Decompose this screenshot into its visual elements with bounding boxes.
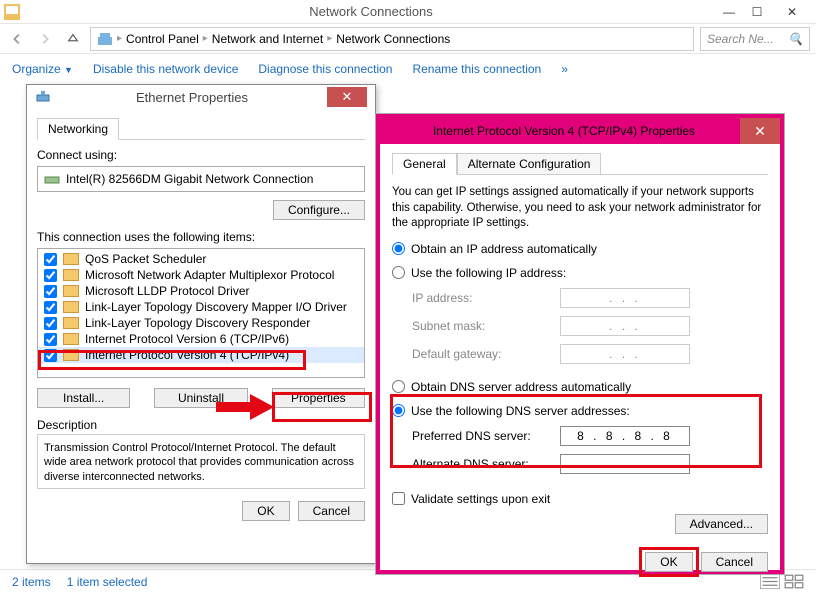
list-item: Link-Layer Topology Discovery Responder (38, 315, 364, 331)
item-checkbox[interactable] (44, 349, 57, 362)
adapter-box[interactable]: Intel(R) 82566DM Gigabit Network Connect… (37, 166, 365, 192)
nav-back-button[interactable] (6, 28, 28, 50)
protocol-icon (63, 253, 79, 265)
description-label: Description (37, 418, 365, 432)
breadcrumb-item[interactable]: Control Panel (126, 32, 199, 46)
dialog-title: Internet Protocol Version 4 (TCP/IPv4) P… (388, 124, 740, 138)
toolbar-rename[interactable]: Rename this connection (412, 62, 541, 76)
ok-button[interactable]: OK (242, 501, 289, 521)
navbar: ▸ Control Panel ▸ Network and Internet ▸… (0, 24, 816, 54)
alt-dns-field: Alternate DNS server: . . . (412, 454, 768, 474)
view-large-icon[interactable] (784, 574, 804, 590)
items-listbox[interactable]: QoS Packet Scheduler Microsoft Network A… (37, 248, 365, 378)
ip-address-input: . . . (560, 288, 690, 308)
adapter-name: Intel(R) 82566DM Gigabit Network Connect… (66, 172, 313, 186)
dialog-title: Ethernet Properties (57, 90, 327, 105)
pref-dns-field: Preferred DNS server: 8 . 8 . 8 . 8 (412, 426, 768, 446)
arrow-icon (216, 392, 274, 422)
status-items: 2 items (12, 575, 51, 589)
list-item: Microsoft LLDP Protocol Driver (38, 283, 364, 299)
tab-general[interactable]: General (392, 153, 457, 175)
adapter-icon (44, 171, 60, 187)
validate-checkbox-row[interactable]: Validate settings upon exit (392, 492, 768, 506)
pref-dns-input[interactable]: 8 . 8 . 8 . 8 (560, 426, 690, 446)
dialog-close-button[interactable]: ✕ (740, 118, 780, 144)
protocol-icon (63, 317, 79, 329)
advanced-button[interactable]: Advanced... (675, 514, 768, 534)
dialog-titlebar[interactable]: Ethernet Properties ✕ (27, 85, 375, 109)
list-item: Link-Layer Topology Discovery Mapper I/O… (38, 299, 364, 315)
breadcrumb-item[interactable]: Network and Internet (212, 32, 323, 46)
help-text: You can get IP settings assigned automat… (392, 185, 768, 232)
gateway-input: . . . (560, 344, 690, 364)
item-checkbox[interactable] (44, 333, 57, 346)
titlebar: Network Connections — ☐ ✕ (0, 0, 816, 24)
item-checkbox[interactable] (44, 285, 57, 298)
subnet-input: . . . (560, 316, 690, 336)
dialog-close-button[interactable]: ✕ (327, 87, 367, 107)
protocol-icon (63, 333, 79, 345)
breadcrumb-icon (97, 31, 113, 47)
item-checkbox[interactable] (44, 317, 57, 330)
tabstrip: Networking (37, 117, 365, 140)
gateway-field: Default gateway: . . . (412, 344, 768, 364)
close-button[interactable]: ✕ (772, 3, 812, 21)
breadcrumb[interactable]: ▸ Control Panel ▸ Network and Internet ▸… (90, 27, 694, 51)
status-selected: 1 item selected (67, 575, 148, 589)
items-label: This connection uses the following items… (37, 230, 365, 244)
protocol-icon (63, 349, 79, 361)
breadcrumb-item[interactable]: Network Connections (336, 32, 450, 46)
ipv4-properties-dialog: Internet Protocol Version 4 (TCP/IPv4) P… (376, 114, 784, 574)
connect-using-label: Connect using: (37, 148, 365, 162)
item-checkbox[interactable] (44, 269, 57, 282)
properties-button[interactable]: Properties (272, 388, 365, 408)
minimize-button[interactable]: — (716, 3, 742, 21)
cancel-button[interactable]: Cancel (701, 552, 768, 572)
toolbar: Organize ▼ Disable this network device D… (0, 54, 816, 84)
install-button[interactable]: Install... (37, 388, 130, 408)
tabstrip: General Alternate Configuration (392, 152, 768, 175)
ethernet-icon (35, 89, 51, 105)
item-checkbox[interactable] (44, 301, 57, 314)
nav-up-button[interactable] (62, 28, 84, 50)
window-title: Network Connections (26, 4, 716, 19)
dialog-titlebar[interactable]: Internet Protocol Version 4 (TCP/IPv4) P… (380, 118, 780, 144)
list-item: Microsoft Network Adapter Multiplexor Pr… (38, 267, 364, 283)
search-input[interactable]: Search Ne... 🔍 (700, 27, 810, 51)
protocol-icon (63, 301, 79, 313)
radio-ip-auto[interactable]: Obtain an IP address automatically (392, 242, 768, 256)
item-checkbox[interactable] (44, 253, 57, 266)
tab-networking[interactable]: Networking (37, 118, 119, 140)
ip-address-field: IP address: . . . (412, 288, 768, 308)
ethernet-properties-dialog: Ethernet Properties ✕ Networking Connect… (26, 84, 376, 564)
ok-button[interactable]: OK (645, 552, 692, 572)
toolbar-organize[interactable]: Organize ▼ (12, 62, 73, 76)
list-item: QoS Packet Scheduler (38, 251, 364, 267)
alt-dns-input[interactable]: . . . (560, 454, 690, 474)
subnet-field: Subnet mask: . . . (412, 316, 768, 336)
radio-dns-manual[interactable]: Use the following DNS server addresses: (392, 404, 768, 418)
description-text: Transmission Control Protocol/Internet P… (37, 434, 365, 489)
list-item-ipv4: Internet Protocol Version 4 (TCP/IPv4) (38, 347, 364, 363)
maximize-button[interactable]: ☐ (744, 3, 770, 21)
cancel-button[interactable]: Cancel (298, 501, 365, 521)
toolbar-disable[interactable]: Disable this network device (93, 62, 238, 76)
list-item: Internet Protocol Version 6 (TCP/IPv6) (38, 331, 364, 347)
validate-checkbox[interactable] (392, 492, 405, 505)
radio-dns-auto[interactable]: Obtain DNS server address automatically (392, 380, 768, 394)
protocol-icon (63, 285, 79, 297)
tab-alternate[interactable]: Alternate Configuration (457, 153, 602, 175)
nav-forward-button[interactable] (34, 28, 56, 50)
configure-button[interactable]: Configure... (273, 200, 365, 220)
protocol-icon (63, 269, 79, 281)
window-icon (4, 4, 20, 20)
toolbar-diagnose[interactable]: Diagnose this connection (258, 62, 392, 76)
search-icon: 🔍 (788, 32, 803, 46)
radio-ip-manual[interactable]: Use the following IP address: (392, 266, 768, 280)
toolbar-overflow[interactable]: » (561, 62, 568, 76)
